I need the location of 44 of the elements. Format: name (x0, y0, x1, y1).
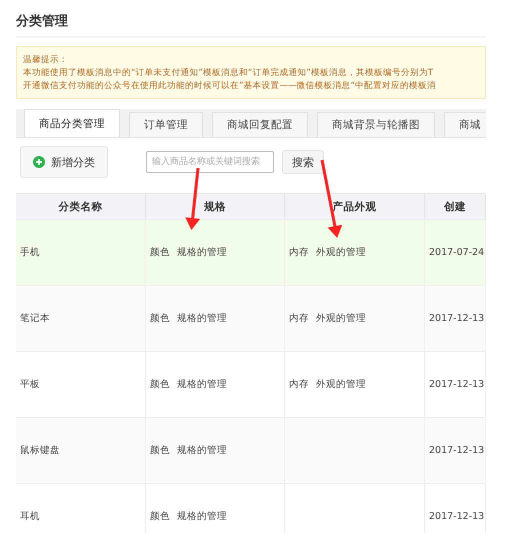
manage-link[interactable]: 外观的管理 (316, 378, 366, 391)
notice-text: 开通微信支付功能的公众号在使用此功能的时候可以在”基本设置——微信模板消息“中配置对应的模板消 (23, 80, 438, 92)
annotation-arrow (185, 168, 200, 230)
column-header: 规格 (146, 193, 285, 219)
date-text: 2017-12-13 (429, 445, 484, 456)
tab[interactable]: 订单管理 (129, 112, 203, 137)
category-name: 手机 (20, 246, 40, 259)
tag-text: 内存 (289, 246, 309, 259)
notice-text: 本功能使用了模板消息中的“订单未支付通知”模板消息和“订单完成通知”模板消息，其模板编号分别为T (23, 67, 434, 79)
manage-link[interactable]: 规格的管理 (177, 246, 227, 259)
tab[interactable]: 商城回复配置 (212, 112, 308, 137)
search-button[interactable]: 搜索 (282, 150, 324, 174)
column-header: 分类名称 (16, 193, 146, 219)
date-text: 2017-12-13 (429, 511, 484, 522)
category-name: 平板 (20, 378, 40, 391)
manage-link[interactable]: 规格的管理 (177, 378, 227, 391)
manage-link[interactable]: 规格的管理 (177, 312, 227, 325)
tag-text: 颜色 (150, 246, 170, 259)
search-field[interactable]: 输入商品名称或关键词搜索 (146, 151, 274, 173)
date-text: 2017-12-13 (429, 313, 484, 324)
tag-text: 颜色 (150, 444, 170, 457)
manage-link[interactable]: 外观的管理 (316, 246, 366, 259)
tag-text: 颜色 (150, 312, 170, 325)
column-header: 创建 (425, 193, 486, 219)
add-category-button[interactable]: 新增分类 (20, 146, 108, 178)
tab[interactable]: 商城 (444, 112, 486, 137)
category-name: 耳机 (20, 510, 40, 523)
date-text: 2017-07-24 (429, 247, 484, 258)
column-header: 产品外观 (285, 193, 425, 219)
manage-link[interactable]: 规格的管理 (177, 510, 227, 523)
tag-text: 内存 (289, 378, 309, 391)
date-text: 2017-12-13 (429, 379, 484, 390)
tab[interactable]: 商品分类管理 (24, 109, 120, 137)
tab[interactable]: 商城背景与轮播图 (317, 112, 435, 137)
tag-text: 颜色 (150, 510, 170, 523)
manage-link[interactable]: 规格的管理 (177, 444, 227, 457)
page-title: 分类管理 (16, 0, 486, 38)
tag-text: 内存 (289, 312, 309, 325)
category-name: 鼠标键盘 (20, 444, 60, 457)
manage-link[interactable]: 外观的管理 (316, 312, 366, 325)
category-name: 笔记本 (20, 312, 50, 325)
plus-icon (33, 156, 45, 168)
notice-heading: 温馨提示： (23, 54, 69, 66)
tag-text: 颜色 (150, 378, 170, 391)
